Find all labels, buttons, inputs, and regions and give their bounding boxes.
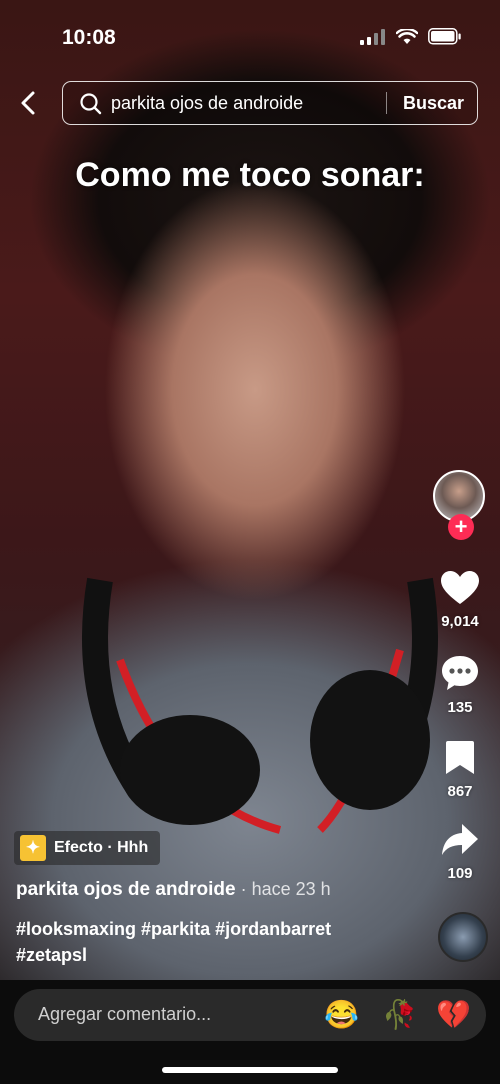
wilted-rose-emoji-button[interactable]: 🥀 [382, 1001, 417, 1029]
post-hashtags[interactable]: #looksmaxing #parkita #jordanbarret #zet… [16, 916, 396, 968]
broken-heart-emoji-button[interactable]: 💔 [436, 1001, 471, 1029]
bottom-bar: Agregar comentario... 😂 🥀 💔 [0, 980, 500, 1084]
comment-input[interactable]: Agregar comentario... 😂 🥀 💔 [14, 989, 486, 1041]
wifi-icon [396, 28, 418, 44]
post-author-line: parkita ojos de androide · hace 23 h [16, 879, 331, 901]
headphones-graphic [82, 577, 438, 834]
share-count: 109 [447, 865, 473, 882]
back-arrow-icon[interactable] [18, 90, 38, 116]
like-action[interactable]: 9,014 [430, 570, 490, 630]
status-icons [360, 28, 462, 45]
save-action[interactable]: 867 [430, 740, 490, 800]
like-count: 9,014 [441, 613, 479, 630]
cellular-signal-icon [360, 28, 385, 45]
post-time: · hace 23 h [235, 879, 331, 899]
effect-label: Efecto · Hhh [54, 839, 149, 856]
search-bar[interactable]: parkita ojos de androide Buscar [62, 81, 478, 125]
battery-icon [428, 28, 461, 45]
video-caption: Como me toco sonar: [75, 156, 425, 194]
save-count: 867 [447, 783, 473, 800]
sparkle-icon: ✦ [20, 835, 46, 861]
comment-bubble-icon [442, 656, 478, 690]
share-action[interactable]: 109 [430, 822, 490, 882]
home-indicator [162, 1067, 338, 1073]
status-bar: 10:08 [0, 24, 500, 52]
comment-count: 135 [447, 699, 473, 716]
effect-tag[interactable]: ✦ Efecto · Hhh [14, 831, 161, 865]
share-arrow-icon [442, 824, 478, 855]
follow-plus-button[interactable]: + [448, 514, 474, 540]
laughing-emoji-button[interactable]: 😂 [324, 1001, 359, 1029]
search-submit-button[interactable]: Buscar [403, 93, 464, 114]
author-name[interactable]: parkita ojos de androide [16, 879, 236, 900]
comment-action[interactable]: 135 [430, 654, 490, 716]
search-input[interactable]: parkita ojos de androide [111, 93, 303, 114]
comment-placeholder: Agregar comentario... [38, 1004, 212, 1024]
heart-icon [441, 571, 479, 604]
bookmark-icon [446, 741, 474, 774]
music-disc[interactable] [438, 912, 488, 962]
search-icon [80, 93, 102, 115]
search-divider [386, 92, 387, 114]
status-time: 10:08 [62, 26, 116, 49]
